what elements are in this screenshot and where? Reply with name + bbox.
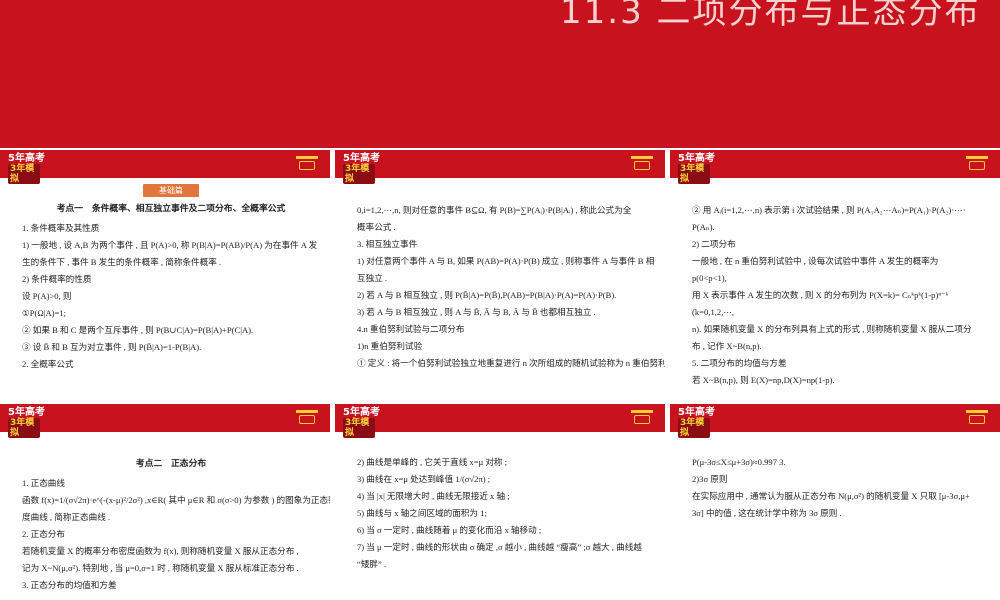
text-line: 2)3σ 原则 [692,474,728,484]
text-line: 生的条件下 , 事件 B 发生的条件概率 , 简称条件概率 . [22,257,222,267]
publisher-emblem-icon [631,156,653,172]
text-line: P(μ-3σ≤X≤μ+3σ)≈0.997 3. [692,457,786,467]
publisher-emblem-icon [631,410,653,426]
slide-body: P(μ-3σ≤X≤μ+3σ)≈0.997 3. 2)3σ 原则 在实际应用中 ,… [692,454,990,598]
text-line: 在实际应用中 , 通常认为服从正态分布 N(μ,σ²) 的随机变量 X 只取 [… [692,491,970,501]
brand-logo: 5年高考 3年模拟 [678,153,718,184]
text-line: 2) 若 A 与 B 相互独立 , 则 P(B̄|A)=P(B̄),P(AB)=… [357,290,617,300]
slide-header: 5年高考 3年模拟 [335,404,665,438]
brand-logo: 5年高考 3年模拟 [678,407,718,438]
brand-logo: 5年高考 3年模拟 [343,153,383,184]
slide-header: 5年高考 3年模拟 [670,404,1000,438]
text-line: “矮胖” . [357,559,387,569]
text-line: n). 如果随机变量 X 的分布列具有上式的形式 , 则称随机变量 X 服从二项… [692,324,972,334]
text-line: 度曲线 , 简称正态曲线 . [22,512,111,522]
text-line: 2. 正态分布 [22,529,65,539]
text-line: 1. 正态曲线 [22,478,65,488]
text-line: 3) 若 A 与 B 相互独立 , 则 A 与 B̄, Ā 与 B, Ā 与 B… [357,307,596,317]
text-line: 2) 二项分布 [692,239,736,249]
text-line: 5) 曲线与 x 轴之间区域的面积为 1; [357,508,487,518]
slide-grid: 5年高考 3年模拟 基础篇 考点一 条件概率、相互独立事件及二项分布、全概率公式… [0,150,1000,600]
slide-body: 基础篇 考点一 条件概率、相互独立事件及二项分布、全概率公式 1. 条件概率及其… [22,184,320,394]
publisher-emblem-icon [966,410,988,426]
text-line: 设 P(A)>0, 则 [22,291,72,301]
brand-logo: 5年高考 3年模拟 [343,407,383,438]
slide-header: 5年高考 3年模拟 [335,150,665,184]
text-line: ③ 设 B̄ 和 B 互为对立事件 , 则 P(B̄|A)=1-P(B|A). [22,342,202,352]
banner-title: 11.3 二项分布与正态分布 [560,0,981,32]
text-line: 2) 曲线是单峰的 , 它关于直线 x=μ 对称 ; [357,457,508,467]
slide-2[interactable]: 5年高考 3年模拟 0,i=1,2,⋯,n, 则对任意的事件 B⊆Ω, 有 P(… [335,150,665,396]
text-line: 7) 当 μ 一定时 , 曲线的形状由 σ 确定 ,σ 越小 , 曲线越 “瘦高… [357,542,642,552]
section-heading: 考点一 条件概率、相互独立事件及二项分布、全概率公式 [56,204,286,214]
brand-logo: 5年高考 3年模拟 [8,407,48,438]
text-line: 记为 X~N(μ,σ²). 特别地 , 当 μ=0,σ=1 时 , 称随机变量 … [22,563,299,573]
text-line: 2. 全概率公式 [22,359,74,369]
text-line: 1)n 重伯努利试验 [357,341,423,351]
text-line: 3. 正态分布的均值和方差 [22,580,117,590]
text-line: 互独立 . [357,273,388,283]
brand-logo-bottom: 3年模拟 [343,164,375,184]
text-line: 一般地 , 在 n 重伯努利试验中 , 设每次试验中事件 A 发生的概率为 [692,256,939,266]
brand-logo-top: 5年高考 [678,153,715,164]
slide-header: 5年高考 3年模拟 [0,404,330,438]
brand-logo-top: 5年高考 [343,407,380,418]
text-line: 用 X 表示事件 A 发生的次数 , 则 X 的分布列为 P(X=k)= Cₙᵏ… [692,290,949,300]
section-heading: 考点二 正态分布 [135,459,207,469]
brand-logo-bottom: 3年模拟 [678,164,710,184]
text-line: 布 , 记作 X~B(n,p). [692,341,762,351]
slide-6[interactable]: 5年高考 3年模拟 P(μ-3σ≤X≤μ+3σ)≈0.997 3. 2)3σ 原… [670,404,1000,600]
text-line: p(0<p<1), [692,273,727,283]
text-line: 3. 相互独立事件 [357,239,418,249]
publisher-emblem-icon [296,156,318,172]
brand-logo-top: 5年高考 [678,407,715,418]
brand-logo-top: 5年高考 [8,407,45,418]
brand-logo-top: 5年高考 [8,153,45,164]
text-line: 概率公式 . [357,222,396,232]
text-line: ① 定义 : 将一个伯努利试验独立地重复进行 n 次所组成的随机试验称为 n 重… [357,358,665,368]
slide-body: ② 用 Aᵢ(i=1,2,⋯,n) 表示第 i 次试验结果 , 则 P(A₁A₂… [692,202,990,394]
slide-1[interactable]: 5年高考 3年模拟 基础篇 考点一 条件概率、相互独立事件及二项分布、全概率公式… [0,150,330,396]
slide-body: 0,i=1,2,⋯,n, 则对任意的事件 B⊆Ω, 有 P(B)=∑P(Aᵢ)·… [357,202,665,394]
text-line: 1) 对任意两个事件 A 与 B, 如果 P(AB)=P(A)·P(B) 成立 … [357,256,655,266]
text-line: P(Aₙ). [692,222,715,232]
text-line: ② 如果 B 和 C 是两个互斥事件 , 则 P(B∪C|A)=P(B|A)+P… [22,325,254,335]
text-line: 6) 当 σ 一定时 , 曲线随着 μ 的变化而沿 x 轴移动 ; [357,525,542,535]
brand-logo-bottom: 3年模拟 [8,164,40,184]
text-line: 1. 条件概率及其性质 [22,223,100,233]
brand-logo-bottom: 3年模拟 [678,418,710,438]
slide-4[interactable]: 5年高考 3年模拟 考点二 正态分布 1. 正态曲线 函数 f(x)=1/(σ√… [0,404,330,600]
slide-body: 2) 曲线是单峰的 , 它关于直线 x=μ 对称 ; 3) 曲线在 x=μ 处达… [357,454,655,598]
section-tag: 基础篇 [143,184,199,197]
slide-3[interactable]: 5年高考 3年模拟 ② 用 Aᵢ(i=1,2,⋯,n) 表示第 i 次试验结果 … [670,150,1000,396]
text-line: 3σ] 中的值 , 这在统计学中称为 3σ 原则 . [692,508,842,518]
text-line: 2) 条件概率的性质 [22,274,92,284]
publisher-emblem-icon [296,410,318,426]
text-line: 4.n 重伯努利试验与二项分布 [357,324,465,334]
brand-logo-bottom: 3年模拟 [8,418,40,438]
text-line: 1) 一般地 , 设 A,B 为两个事件 , 且 P(A)>0, 称 P(B|A… [22,240,318,250]
text-line: (k=0,1,2,⋯, [692,307,735,317]
slide-header: 5年高考 3年模拟 [670,150,1000,184]
brand-logo-bottom: 3年模拟 [343,418,375,438]
text-line: 4) 当 |x| 无限增大时 , 曲线无限接近 x 轴 ; [357,491,510,501]
text-line: 3) 曲线在 x=μ 处达到峰值 1/(σ√2π) ; [357,474,491,484]
text-line: 若 X~B(n,p), 则 E(X)=np,D(X)=np(1-p). [692,375,835,385]
title-banner: 11.3 二项分布与正态分布 [0,0,1000,148]
brand-logo-top: 5年高考 [343,153,380,164]
slide-body: 考点二 正态分布 1. 正态曲线 函数 f(x)=1/(σ√2π)·e^(-(x… [22,454,330,598]
text-line: 5. 二项分布的均值与方差 [692,358,787,368]
brand-logo: 5年高考 3年模拟 [8,153,48,184]
text-line: 若随机变量 X 的概率分布密度函数为 f(x), 则称随机变量 X 服从正态分布… [22,546,299,556]
text-line: 0,i=1,2,⋯,n, 则对任意的事件 B⊆Ω, 有 P(B)=∑P(Aᵢ)·… [357,205,632,215]
publisher-emblem-icon [966,156,988,172]
slide-5[interactable]: 5年高考 3年模拟 2) 曲线是单峰的 , 它关于直线 x=μ 对称 ; 3) … [335,404,665,600]
slide-header: 5年高考 3年模拟 [0,150,330,184]
text-line: 函数 f(x)=1/(σ√2π)·e^(-(x-μ)²/2σ²) ,x∈R( 其… [22,495,330,505]
text-line: ①P(Ω|A)=1; [22,308,67,318]
text-line: ② 用 Aᵢ(i=1,2,⋯,n) 表示第 i 次试验结果 , 则 P(A₁A₂… [692,205,966,215]
